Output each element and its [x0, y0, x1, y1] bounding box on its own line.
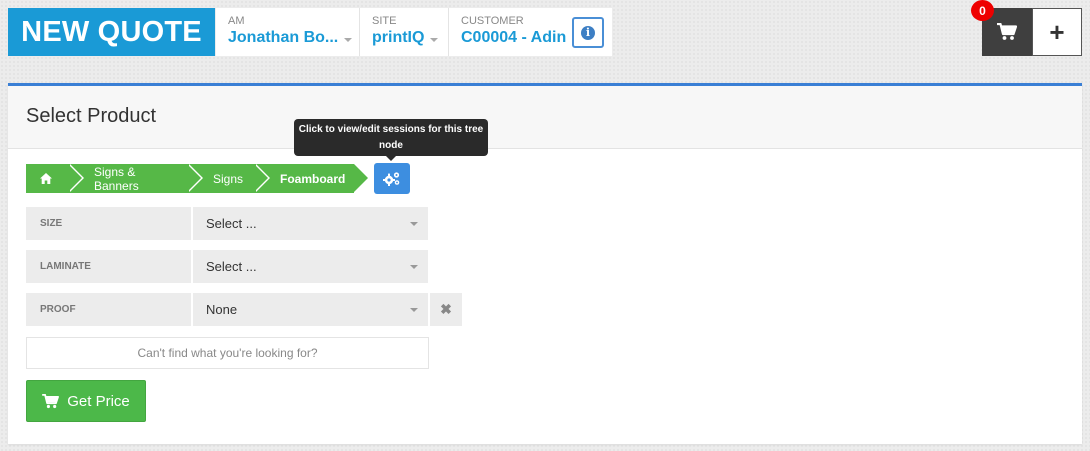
- chevron-down-icon: [410, 264, 418, 269]
- laminate-value: Select ...: [206, 259, 257, 274]
- proof-value: None: [206, 302, 238, 317]
- chevron-down-icon: [344, 37, 353, 42]
- sessions-tooltip: Click to view/edit sessions for this tre…: [294, 119, 488, 161]
- breadcrumb-home[interactable]: [26, 164, 84, 193]
- chevron-down-icon: [410, 221, 418, 226]
- add-button[interactable]: +: [1032, 8, 1082, 56]
- breadcrumb: Signs & Banners Signs Foamboard: [26, 164, 370, 193]
- home-icon: [40, 173, 52, 184]
- laminate-select[interactable]: Select ...: [193, 250, 428, 283]
- breadcrumb-label: Foamboard: [280, 171, 346, 186]
- get-price-label: Get Price: [67, 392, 130, 410]
- proof-select[interactable]: None: [193, 293, 428, 326]
- cart-count-badge: 0: [971, 0, 994, 21]
- size-row: SIZE Select ...: [26, 207, 428, 240]
- close-icon: ✖: [440, 301, 452, 317]
- laminate-row: LAMINATE Select ...: [26, 250, 428, 283]
- chevron-down-icon: [410, 307, 418, 312]
- shopping-cart-icon: [997, 23, 1017, 40]
- proof-label: PROOF: [26, 293, 191, 326]
- breadcrumb-label: Signs: [213, 171, 244, 186]
- size-select[interactable]: Select ...: [193, 207, 428, 240]
- am-label: AM: [228, 15, 245, 27]
- select-product-panel: Select Product Signs & Banners Signs Foa…: [8, 83, 1082, 444]
- clear-proof-button[interactable]: ✖: [430, 293, 462, 326]
- customer-info-button[interactable]: i: [572, 17, 604, 48]
- breadcrumb-signs-banners[interactable]: Signs & Banners: [68, 164, 203, 193]
- gears-icon: [383, 172, 400, 186]
- cant-find-link[interactable]: Can't find what you're looking for?: [26, 337, 429, 369]
- breadcrumb-label: Signs & Banners: [94, 164, 139, 193]
- customer-selector[interactable]: CUSTOMER C00004 - Adin i: [449, 8, 612, 56]
- new-quote-title: NEW QUOTE: [8, 8, 215, 56]
- site-label: SITE: [372, 15, 397, 27]
- panel-title: Select Product: [8, 86, 1082, 149]
- chevron-down-icon: [430, 37, 439, 42]
- site-name: printIQ: [372, 29, 425, 46]
- am-selector[interactable]: AM Jonathan Bo...: [216, 8, 360, 56]
- laminate-label: LAMINATE: [26, 250, 191, 283]
- site-selector[interactable]: SITE printIQ: [360, 8, 449, 56]
- size-value: Select ...: [206, 216, 257, 231]
- am-name: Jonathan Bo...: [228, 29, 339, 46]
- sessions-button[interactable]: [374, 163, 410, 194]
- size-label: SIZE: [26, 207, 191, 240]
- site-value: printIQ: [372, 28, 439, 48]
- customer-name: C00004 - Adin: [461, 29, 567, 46]
- get-price-button[interactable]: Get Price: [26, 380, 146, 422]
- am-value: Jonathan Bo...: [228, 28, 353, 48]
- proof-row: PROOF None ✖: [26, 293, 462, 326]
- shopping-cart-icon: [42, 393, 60, 408]
- quote-info-strip: AM Jonathan Bo... SITE printIQ CUSTOMER …: [216, 8, 612, 56]
- info-icon: i: [581, 25, 595, 40]
